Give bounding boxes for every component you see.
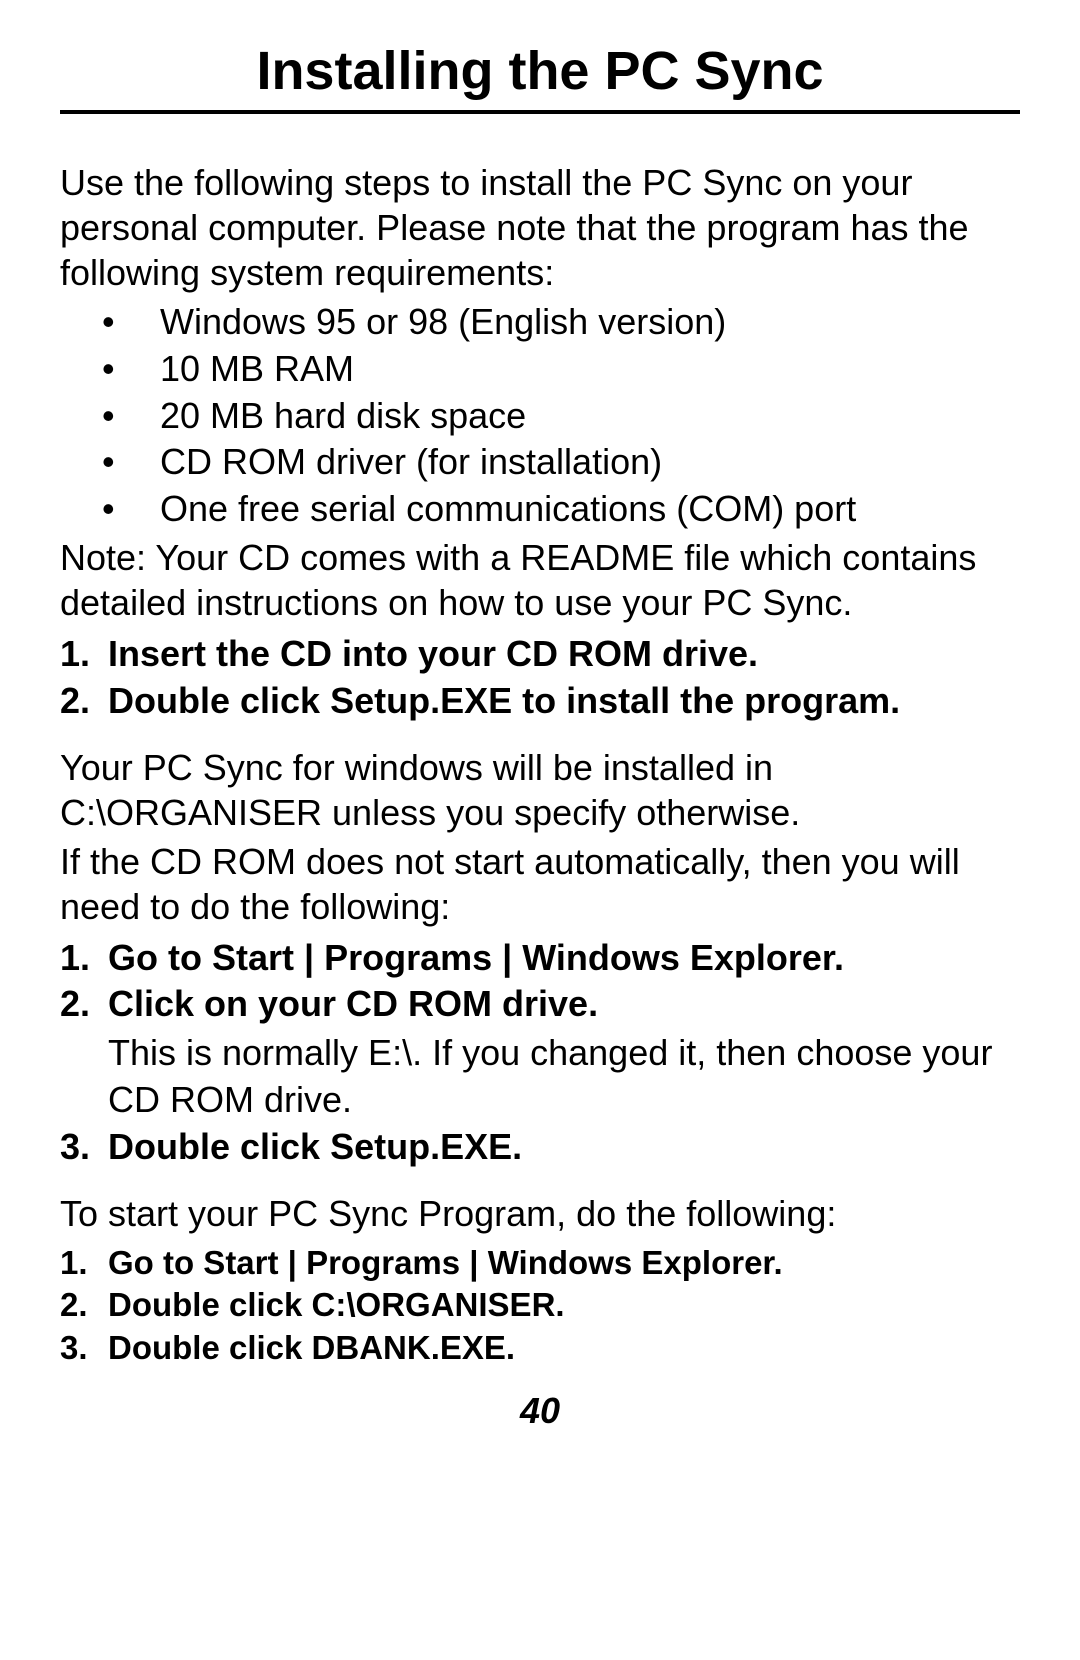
manual-start-paragraph: If the CD ROM does not start automatical… bbox=[60, 839, 1020, 929]
list-item: 20 MB hard disk space bbox=[60, 393, 1020, 440]
list-item: One free serial communications (COM) por… bbox=[60, 486, 1020, 533]
start-program-paragraph: To start your PC Sync Program, do the fo… bbox=[60, 1191, 1020, 1236]
step-item: Click on your CD ROM drive. This is norm… bbox=[60, 981, 1020, 1123]
list-item: Windows 95 or 98 (English version) bbox=[60, 299, 1020, 346]
intro-paragraph: Use the following steps to install the P… bbox=[60, 160, 1020, 295]
install-steps-2: Go to Start | Programs | Windows Explore… bbox=[60, 935, 1020, 1171]
list-item: 10 MB RAM bbox=[60, 346, 1020, 393]
title-underline bbox=[60, 110, 1020, 114]
step-item: Go to Start | Programs | Windows Explore… bbox=[60, 1242, 1020, 1285]
start-steps: Go to Start | Programs | Windows Explore… bbox=[60, 1242, 1020, 1371]
step-text: Click on your CD ROM drive. bbox=[108, 983, 598, 1024]
step-subtext: This is normally E:\. If you changed it,… bbox=[108, 1030, 1020, 1124]
note-paragraph: Note: Your CD comes with a README file w… bbox=[60, 535, 1020, 625]
step-text: Go to Start | Programs | Windows Explore… bbox=[108, 937, 844, 978]
step-item: Double click DBANK.EXE. bbox=[60, 1327, 1020, 1370]
requirements-list: Windows 95 or 98 (English version) 10 MB… bbox=[60, 299, 1020, 533]
page-number: 40 bbox=[60, 1390, 1020, 1432]
step-text: Double click Setup.EXE. bbox=[108, 1126, 522, 1167]
list-item: CD ROM driver (for installation) bbox=[60, 439, 1020, 486]
step-item: Double click Setup.EXE to install the pr… bbox=[60, 678, 1020, 725]
document-page: Installing the PC Sync Use the following… bbox=[0, 0, 1080, 1452]
step-item: Double click C:\ORGANISER. bbox=[60, 1284, 1020, 1327]
step-item: Go to Start | Programs | Windows Explore… bbox=[60, 935, 1020, 982]
step-item: Double click Setup.EXE. bbox=[60, 1124, 1020, 1171]
page-title: Installing the PC Sync bbox=[60, 40, 1020, 102]
step-item: Insert the CD into your CD ROM drive. bbox=[60, 631, 1020, 678]
install-location-paragraph: Your PC Sync for windows will be install… bbox=[60, 745, 1020, 835]
install-steps-1: Insert the CD into your CD ROM drive. Do… bbox=[60, 631, 1020, 725]
